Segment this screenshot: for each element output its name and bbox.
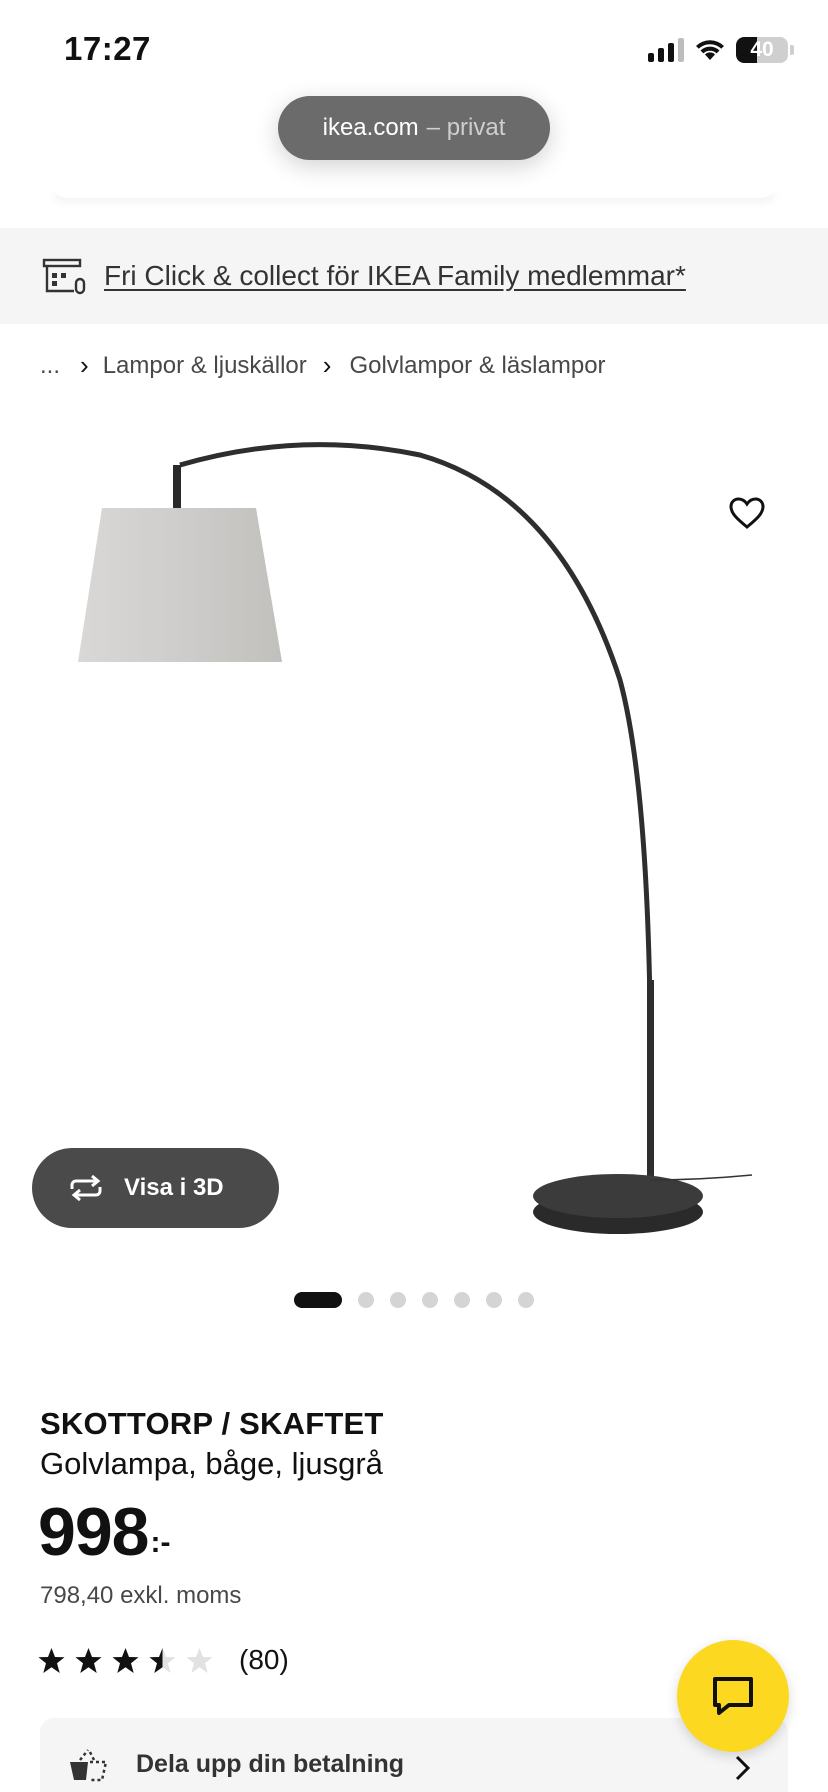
- chevron-right-icon: ›: [322, 350, 332, 380]
- carousel-dot[interactable]: [486, 1292, 502, 1308]
- promo-link[interactable]: Fri Click & collect för IKEA Family medl…: [104, 260, 686, 292]
- carousel-dot[interactable]: [454, 1292, 470, 1308]
- star-icon: [149, 1647, 176, 1673]
- chevron-right-icon: [735, 1755, 751, 1781]
- rotate-icon: [70, 1175, 102, 1201]
- signal-icon: [648, 38, 684, 62]
- carousel-dot[interactable]: [294, 1292, 342, 1308]
- carousel-dot[interactable]: [390, 1292, 406, 1308]
- status-time: 17:27: [64, 30, 151, 67]
- private-mode-label: – privat: [426, 114, 506, 141]
- carousel-dot[interactable]: [358, 1292, 374, 1308]
- status-bar: 17:27 40: [0, 0, 828, 96]
- breadcrumb-item-golvlampor[interactable]: Golvlampor & läslampor: [349, 352, 605, 380]
- view-3d-button[interactable]: Visa i 3D: [32, 1148, 279, 1228]
- battery-percent: 40: [750, 38, 774, 61]
- price-excl-vat: 798,40 exkl. moms: [40, 1582, 242, 1609]
- rating[interactable]: (80): [38, 1644, 289, 1676]
- star-icon: [112, 1647, 139, 1673]
- product-name: SKOTTORP / SKAFTET: [40, 1406, 384, 1441]
- price: 998 :-: [38, 1496, 170, 1568]
- breadcrumb-ellipsis[interactable]: ...: [40, 352, 60, 380]
- carousel-dot[interactable]: [518, 1292, 534, 1308]
- heart-icon: [729, 497, 765, 529]
- header-edge: [48, 178, 780, 198]
- star-icon: [75, 1647, 102, 1673]
- view-3d-label: Visa i 3D: [124, 1174, 224, 1201]
- chat-icon: [713, 1677, 753, 1715]
- split-payment-row[interactable]: Dela upp din betalning: [40, 1718, 788, 1792]
- promo-banner[interactable]: Fri Click & collect för IKEA Family medl…: [0, 228, 828, 324]
- product-description: Golvlampa, båge, ljusgrå: [40, 1446, 383, 1481]
- rating-count: (80): [239, 1644, 289, 1675]
- chat-button[interactable]: [677, 1640, 789, 1752]
- basket-split-icon: [70, 1749, 108, 1782]
- star-icon: [186, 1647, 213, 1673]
- price-suffix: :-: [150, 1526, 171, 1559]
- price-value: 998: [38, 1494, 149, 1570]
- wifi-icon: [696, 40, 724, 60]
- breadcrumb-item-lampor[interactable]: Lampor & ljuskällor: [103, 352, 307, 380]
- breadcrumb: ... › Lampor & ljuskällor › Golvlampor &…: [40, 350, 606, 381]
- chevron-right-icon: ›: [80, 350, 89, 380]
- rating-stars: [38, 1647, 213, 1674]
- store-icon: [42, 258, 86, 295]
- star-icon: [38, 1647, 65, 1673]
- carousel-dots: [294, 1292, 534, 1308]
- address-domain: ikea.com: [322, 114, 419, 141]
- favorite-button[interactable]: [724, 490, 770, 536]
- address-bar[interactable]: ikea.com – privat: [278, 96, 550, 160]
- status-icons: 40: [648, 34, 794, 66]
- carousel-dot[interactable]: [422, 1292, 438, 1308]
- product-image[interactable]: [0, 410, 828, 1270]
- split-payment-label: Dela upp din betalning: [136, 1750, 405, 1778]
- battery-icon: 40: [736, 37, 794, 63]
